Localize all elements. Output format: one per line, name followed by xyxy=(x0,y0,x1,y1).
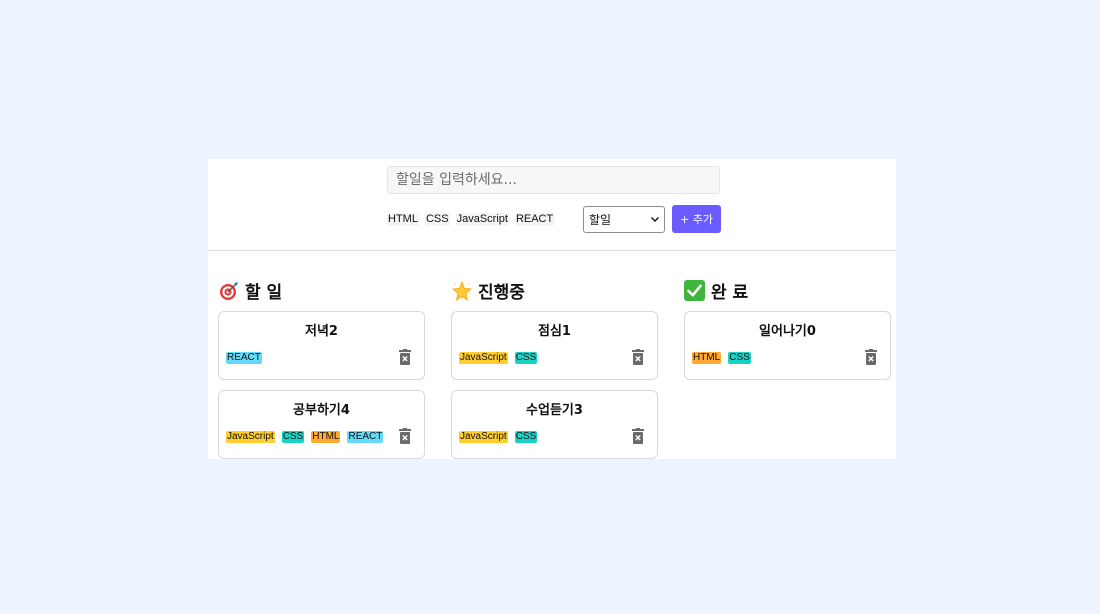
status-select[interactable]: 할일 xyxy=(583,206,665,233)
tag-html: HTML xyxy=(692,352,722,364)
tag-css: CSS xyxy=(514,352,538,364)
task-title: 일어나기0 xyxy=(759,324,816,339)
status-select-value: 할일 xyxy=(589,213,612,227)
task-form: HTML CSS JavaScript REACT 할일 + 추가 xyxy=(208,159,896,251)
trash-icon[interactable] xyxy=(399,349,411,365)
column-title: 할 일 xyxy=(245,283,283,303)
check-mark-icon xyxy=(684,280,705,301)
tag-option-html[interactable]: HTML xyxy=(387,213,419,226)
tag-options: HTML CSS JavaScript REACT xyxy=(387,213,555,226)
task-card[interactable]: 저녁2 REACT xyxy=(218,311,425,380)
task-title: 점심1 xyxy=(538,324,571,339)
task-card[interactable]: 일어나기0 HTML CSS xyxy=(684,311,891,380)
chevron-down-icon xyxy=(651,215,659,224)
column-header: 할 일 xyxy=(218,277,425,304)
task-title: 수업듣기3 xyxy=(526,403,583,418)
add-task-button[interactable]: + 추가 xyxy=(672,205,721,233)
tag-option-javascript[interactable]: JavaScript xyxy=(455,213,509,226)
task-card[interactable]: 점심1 JavaScript CSS xyxy=(451,311,658,380)
task-tags: JavaScript CSS xyxy=(459,431,538,443)
trash-icon[interactable] xyxy=(632,349,644,365)
todo-app: HTML CSS JavaScript REACT 할일 + 추가 xyxy=(208,159,896,459)
task-card[interactable]: 수업듣기3 JavaScript CSS xyxy=(451,390,658,459)
task-tags: REACT xyxy=(226,352,262,364)
column-header: 진행중 xyxy=(451,277,658,304)
tag-react: REACT xyxy=(347,431,384,443)
task-title: 저녁2 xyxy=(305,324,338,339)
tag-javascript: JavaScript xyxy=(459,352,508,364)
task-card[interactable]: 공부하기4 JavaScript CSS HTML REACT xyxy=(218,390,425,459)
task-input[interactable] xyxy=(387,166,720,194)
trash-icon[interactable] xyxy=(632,428,644,444)
tag-option-react[interactable]: REACT xyxy=(514,213,555,226)
task-tags: HTML CSS xyxy=(692,352,751,364)
tag-javascript: JavaScript xyxy=(226,431,275,443)
tag-react: REACT xyxy=(226,352,262,364)
sparkle-star-icon xyxy=(451,280,472,301)
tag-css: CSS xyxy=(728,352,751,364)
tag-css: CSS xyxy=(281,431,305,443)
task-tags: JavaScript CSS xyxy=(459,352,538,364)
column-header: 완 료 xyxy=(684,277,891,304)
trash-icon[interactable] xyxy=(399,428,411,444)
column-title: 완 료 xyxy=(711,283,749,303)
column-title: 진행중 xyxy=(478,283,525,303)
column-doing: 진행중 점심1 JavaScript CSS 수업듣기3 JavaScript … xyxy=(451,277,658,459)
column-done: 완 료 일어나기0 HTML CSS xyxy=(684,277,891,390)
trash-icon[interactable] xyxy=(865,349,877,365)
tag-html: HTML xyxy=(311,431,341,443)
tag-javascript: JavaScript xyxy=(459,431,508,443)
tag-option-css[interactable]: CSS xyxy=(424,213,450,226)
task-title: 공부하기4 xyxy=(293,403,350,418)
target-icon xyxy=(218,280,239,301)
task-tags: JavaScript CSS HTML REACT xyxy=(226,431,384,443)
tag-css: CSS xyxy=(514,431,538,443)
column-todo: 할 일 저녁2 REACT 공부하기4 JavaScript CSS HTML … xyxy=(218,277,425,459)
